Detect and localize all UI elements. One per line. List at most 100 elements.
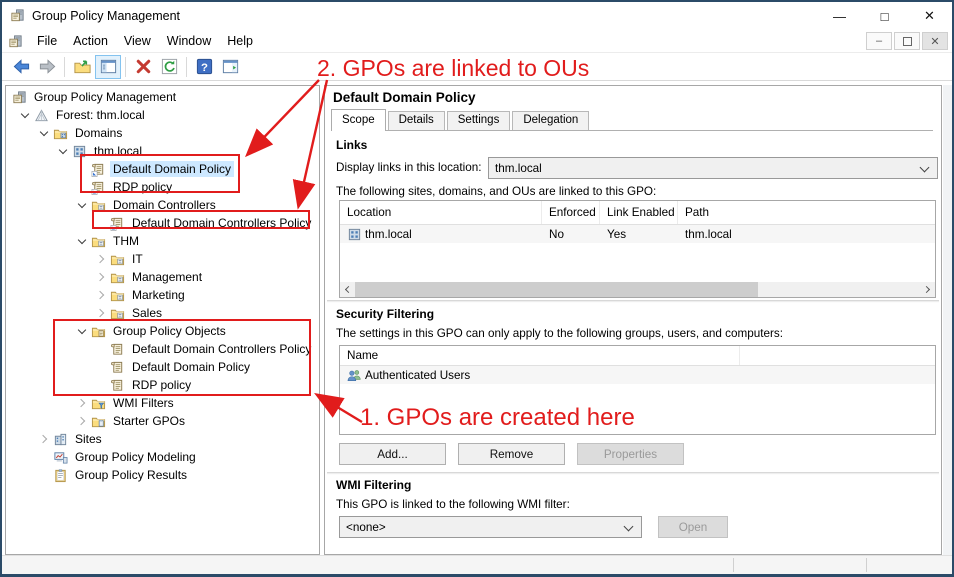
ou-folder-icon (91, 197, 110, 213)
tree-item[interactable]: Sales (6, 304, 319, 322)
tree-item-label: Group Policy Modeling (72, 449, 199, 465)
wmi-filter-dropdown[interactable]: <none> (339, 516, 642, 538)
tab-details[interactable]: Details (388, 111, 445, 130)
child-minimize-button[interactable]: – (866, 32, 892, 50)
gpo-details-pane: Default Domain Policy ScopeDetailsSettin… (324, 85, 942, 555)
tree-item[interactable]: Group Policy Results (6, 466, 319, 484)
tab-delegation[interactable]: Delegation (512, 111, 589, 130)
chevron-right-icon[interactable] (72, 394, 91, 412)
forest-icon (34, 107, 53, 123)
expander-spacer (34, 448, 53, 466)
tab-settings[interactable]: Settings (447, 111, 511, 130)
gpo-link-icon (110, 215, 129, 231)
location-dropdown-value: thm.local (495, 162, 542, 175)
starter-gpo-folder-icon (91, 413, 110, 429)
tree-item[interactable]: thm.local (6, 142, 319, 160)
maximize-button[interactable]: □ (862, 2, 907, 30)
tree-item[interactable]: THM (6, 232, 319, 250)
scroll-left-arrow-icon[interactable] (340, 282, 355, 297)
tree-item[interactable]: Default Domain Policy (6, 160, 319, 178)
section-divider (327, 300, 939, 303)
column-header-link-enabled[interactable]: Link Enabled (600, 201, 678, 224)
tree-item[interactable]: Starter GPOs (6, 412, 319, 430)
menu-item-view[interactable]: View (116, 34, 159, 48)
tree-item-label: thm.local (91, 143, 145, 159)
column-header-path[interactable]: Path (678, 201, 935, 224)
expander-spacer (91, 214, 110, 232)
expander-spacer (91, 358, 110, 376)
column-header-name[interactable]: Name (340, 346, 740, 365)
help-icon[interactable]: ? (191, 55, 217, 79)
tree-item[interactable]: RDP policy (6, 178, 319, 196)
chevron-right-icon[interactable] (34, 430, 53, 448)
show-action-pane-icon[interactable] (217, 55, 243, 79)
chevron-right-icon[interactable] (91, 268, 110, 286)
remove-button[interactable]: Remove (458, 443, 565, 465)
menu-item-action[interactable]: Action (65, 34, 116, 48)
scrollbar-thumb[interactable] (355, 282, 758, 297)
chevron-down-icon[interactable] (34, 124, 53, 142)
column-header-location[interactable]: Location (340, 201, 542, 224)
chevron-right-icon[interactable] (91, 250, 110, 268)
ou-folder-icon (110, 269, 129, 285)
back-icon[interactable] (8, 55, 34, 79)
gpm-app-icon (10, 8, 26, 24)
tree-item[interactable]: Management (6, 268, 319, 286)
chevron-down-icon[interactable] (15, 106, 34, 124)
chevron-down-icon[interactable] (72, 196, 91, 214)
tree-item[interactable]: Group Policy Management (6, 88, 319, 106)
tree-item[interactable]: Marketing (6, 286, 319, 304)
tree-item-label: Default Domain Policy (110, 161, 234, 177)
tree-item-label: Sales (129, 305, 165, 321)
scroll-right-arrow-icon[interactable] (920, 282, 935, 297)
gpo-icon (110, 359, 129, 375)
cell-value: No (549, 228, 564, 241)
tree-item[interactable]: Default Domain Controllers Policy (6, 214, 319, 232)
chevron-right-icon[interactable] (91, 286, 110, 304)
show-console-tree-icon[interactable] (95, 55, 121, 79)
tree-item[interactable]: Default Domain Policy (6, 358, 319, 376)
menu-item-file[interactable]: File (29, 34, 65, 48)
console-tree: Group Policy ManagementForest: thm.local… (6, 86, 319, 484)
tree-item[interactable]: Group Policy Objects (6, 322, 319, 340)
tree-item-label: Domains (72, 125, 125, 141)
chevron-down-icon[interactable] (72, 322, 91, 340)
tree-item[interactable]: Sites (6, 430, 319, 448)
chevron-down-icon[interactable] (72, 232, 91, 250)
tree-item[interactable]: Forest: thm.local (6, 106, 319, 124)
links-table-row[interactable]: thm.localNoYesthm.local (340, 225, 935, 243)
tree-item[interactable]: Group Policy Modeling (6, 448, 319, 466)
refresh-icon[interactable] (156, 55, 182, 79)
close-button[interactable]: ✕ (907, 2, 952, 30)
expander-spacer (34, 466, 53, 484)
links-horizontal-scrollbar[interactable] (340, 282, 935, 297)
properties-button[interactable]: Properties (577, 443, 684, 465)
tree-item[interactable]: WMI Filters (6, 394, 319, 412)
tree-item[interactable]: RDP policy (6, 376, 319, 394)
tree-item-label: WMI Filters (110, 395, 177, 411)
column-header-enforced[interactable]: Enforced (542, 201, 600, 224)
chevron-right-icon[interactable] (72, 412, 91, 430)
tree-item[interactable]: Default Domain Controllers Policy (6, 340, 319, 358)
tree-item-label: Management (129, 269, 205, 285)
menu-item-help[interactable]: Help (219, 34, 261, 48)
chevron-down-icon[interactable] (53, 142, 72, 160)
menu-item-window[interactable]: Window (159, 34, 219, 48)
tree-item[interactable]: Domains (6, 124, 319, 142)
security-list-header: Name (340, 346, 935, 366)
minimize-button[interactable]: — (817, 2, 862, 30)
delete-icon[interactable] (130, 55, 156, 79)
open-button[interactable]: Open (658, 516, 728, 538)
up-one-level-icon[interactable] (69, 55, 95, 79)
add-button[interactable]: Add... (339, 443, 446, 465)
security-list-row[interactable]: Authenticated Users (340, 366, 935, 384)
child-restore-button[interactable] (894, 32, 920, 50)
tree-item[interactable]: IT (6, 250, 319, 268)
tree-item[interactable]: Domain Controllers (6, 196, 319, 214)
chevron-right-icon[interactable] (91, 304, 110, 322)
child-close-button[interactable]: ✕ (922, 32, 948, 50)
tab-scope[interactable]: Scope (331, 109, 386, 131)
location-dropdown[interactable]: thm.local (488, 157, 938, 179)
tab-strip: ScopeDetailsSettingsDelegation (331, 109, 933, 131)
forward-icon[interactable] (34, 55, 60, 79)
